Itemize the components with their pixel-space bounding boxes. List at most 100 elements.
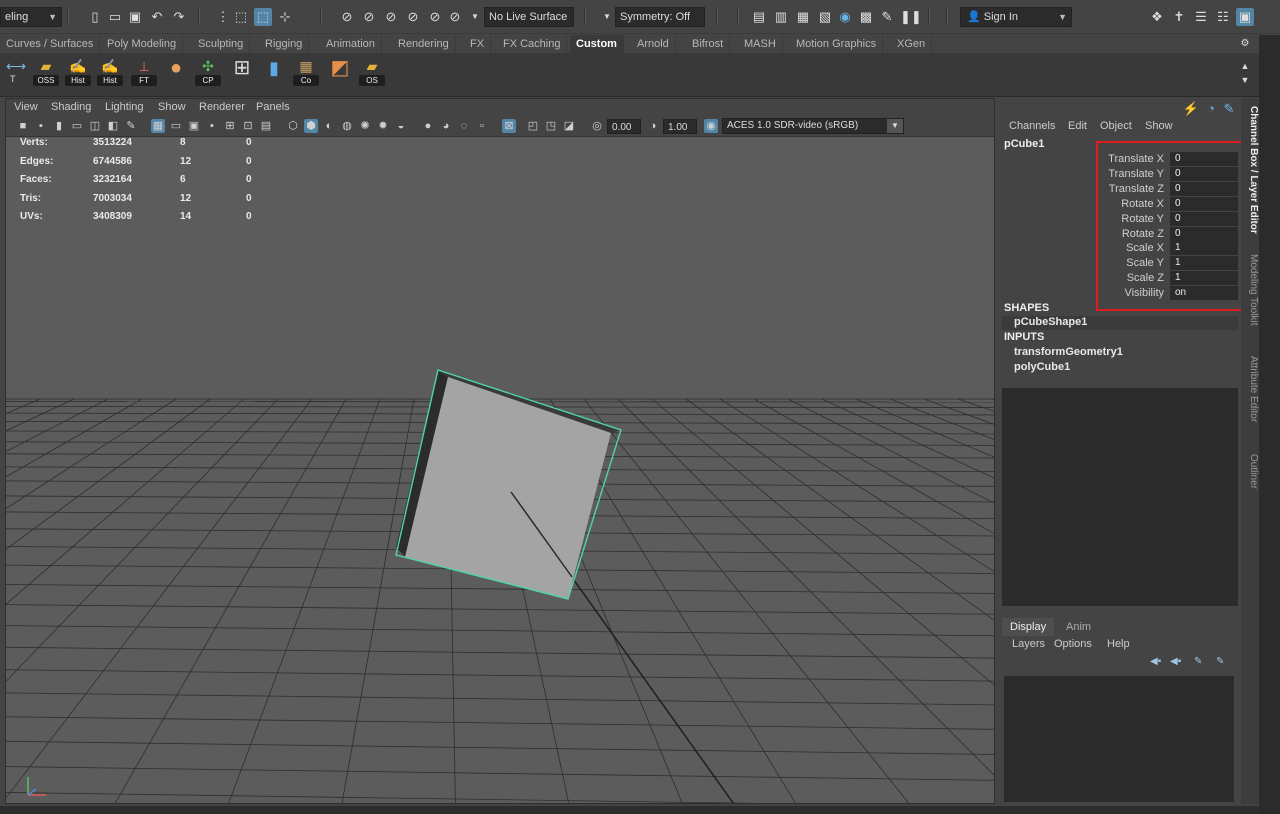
tab-display[interactable]: Display xyxy=(1002,618,1055,636)
redo-icon[interactable]: ↷ xyxy=(170,8,188,26)
render-sequence-icon[interactable]: ▥ xyxy=(772,8,790,26)
safe-action-icon[interactable]: ▣ xyxy=(187,119,201,133)
shape-node[interactable]: pCubeShape1 xyxy=(1014,316,1087,328)
gamma-field[interactable]: 1.00 xyxy=(663,119,697,134)
wireframe-icon[interactable]: ⬡ xyxy=(286,119,300,133)
menu-show[interactable]: Show xyxy=(158,101,186,113)
menu-object[interactable]: Object xyxy=(1100,120,1132,132)
modeling-toolkit-icon[interactable]: ❖ xyxy=(1148,8,1166,26)
menu-view[interactable]: View xyxy=(14,101,38,113)
shelf-button-sphere[interactable]: ● xyxy=(162,56,190,88)
textured-icon[interactable]: ◍ xyxy=(340,119,354,133)
depth-of-field-icon[interactable]: ◌ xyxy=(457,119,471,133)
color-space-dropdown[interactable]: ACES 1.0 SDR-video (sRGB) ▼ xyxy=(722,118,904,134)
snap-point-icon[interactable]: ⊘ xyxy=(382,8,400,26)
menu-layers[interactable]: Layers xyxy=(1012,638,1045,650)
tab-arnold[interactable]: Arnold xyxy=(631,35,676,53)
shelf-button-hist-2[interactable]: ✍ Hist xyxy=(96,56,124,88)
safe-title-icon[interactable]: ▪ xyxy=(205,119,219,133)
camera-attr-icon[interactable]: ▪ xyxy=(34,119,48,133)
shelf-settings-icon[interactable]: ⚙ xyxy=(1236,35,1254,53)
hud-icon[interactable]: ▤ xyxy=(259,119,273,133)
camera-icon[interactable]: ■ xyxy=(16,119,30,133)
shelf-scroll-icon[interactable]: ▼ xyxy=(1236,71,1254,89)
tab-modeling-toolkit[interactable]: Modeling Toolkit xyxy=(1241,254,1259,326)
tab-attribute-editor[interactable]: Attribute Editor xyxy=(1241,356,1259,422)
menu-shading[interactable]: Shading xyxy=(51,101,91,113)
xray-icon[interactable]: ⊠ xyxy=(502,119,516,133)
scene-view[interactable] xyxy=(6,137,995,804)
shelf-button-t[interactable]: ⟷ T xyxy=(2,56,30,88)
channel-box-icon[interactable]: ▣ xyxy=(1236,8,1254,26)
viewport-panel[interactable]: View Shading Lighting Show Renderer Pane… xyxy=(5,98,995,804)
pin-icon[interactable]: ✎ xyxy=(1220,100,1238,118)
render-frame-icon[interactable]: ▤ xyxy=(750,8,768,26)
human-ik-icon[interactable]: ✝ xyxy=(1170,8,1188,26)
snap-grid-icon[interactable]: ⊘ xyxy=(338,8,356,26)
snap-vertex-icon[interactable]: ⊘ xyxy=(446,8,464,26)
default-material-icon[interactable]: ◐ xyxy=(322,119,336,133)
menu-lighting[interactable]: Lighting xyxy=(105,101,144,113)
chevron-down-icon[interactable]: ▼ xyxy=(598,8,616,26)
new-layer-selected-icon[interactable]: ✎ xyxy=(1216,656,1224,667)
tab-fx-caching[interactable]: FX Caching xyxy=(497,35,568,53)
color-management-icon[interactable]: ◉ xyxy=(704,119,718,133)
channel-box-mode-icon[interactable]: ⚡ xyxy=(1182,100,1200,118)
tab-outliner[interactable]: Outliner xyxy=(1241,454,1259,489)
image-plane-icon[interactable]: ▭ xyxy=(70,119,84,133)
shelf-button-grid[interactable]: ⊞ xyxy=(228,56,256,88)
tab-mash[interactable]: MASH xyxy=(738,35,783,53)
shelf-button-oss[interactable]: ▰ OSS xyxy=(32,56,60,88)
undo-icon[interactable]: ↶ xyxy=(148,8,166,26)
object-name[interactable]: pCube1 xyxy=(1004,138,1044,150)
snap-view-icon[interactable]: ⊘ xyxy=(404,8,422,26)
select-object-icon[interactable]: ⬚ xyxy=(232,8,250,26)
move-layer-down-icon[interactable]: ◀▪ xyxy=(1170,656,1181,667)
snap-surface-icon[interactable]: ⊘ xyxy=(426,8,444,26)
tab-sculpting[interactable]: Sculpting xyxy=(192,35,251,53)
shadows-icon[interactable]: ✹ xyxy=(376,119,390,133)
save-scene-icon[interactable]: ▣ xyxy=(126,8,144,26)
two-d-pan-icon[interactable]: ⊡ xyxy=(241,119,255,133)
bookmark-icon[interactable]: ▮ xyxy=(52,119,66,133)
tab-animation[interactable]: Animation xyxy=(320,35,382,53)
tab-motion-graphics[interactable]: Motion Graphics xyxy=(790,35,884,53)
tab-xgen[interactable]: XGen xyxy=(891,35,933,53)
select-hierarchy-icon[interactable]: ⋮ xyxy=(214,8,232,26)
exposure-icon[interactable]: ◎ xyxy=(590,119,604,133)
ambient-occlusion-icon[interactable]: ◒ xyxy=(394,119,408,133)
film-gate-icon[interactable]: ◫ xyxy=(88,119,102,133)
new-scene-icon[interactable]: ▯ xyxy=(86,8,104,26)
render-setup-icon[interactable]: ✎ xyxy=(878,8,896,26)
motion-blur-icon[interactable]: ● xyxy=(421,119,435,133)
menu-options[interactable]: Options xyxy=(1054,638,1092,650)
gamma-icon[interactable]: ◑ xyxy=(646,119,660,133)
tab-fx[interactable]: FX xyxy=(464,35,492,53)
tab-curves-surfaces[interactable]: Curves / Surfaces xyxy=(0,35,101,53)
tab-bifrost[interactable]: Bifrost xyxy=(686,35,731,53)
smooth-shade-icon[interactable]: ⬢ xyxy=(304,119,318,133)
chevron-down-icon[interactable]: ▼ xyxy=(466,8,484,26)
exposure-field[interactable]: 0.00 xyxy=(607,119,641,134)
grid-toggle-icon[interactable]: ▦ xyxy=(151,119,165,133)
shelf-button-os[interactable]: ▰ OS xyxy=(358,56,386,88)
render-view-icon[interactable]: ▩ xyxy=(857,8,875,26)
ipr-render-icon[interactable]: ▦ xyxy=(794,8,812,26)
hypershade-icon[interactable]: ◉ xyxy=(836,8,854,26)
shelf-button-cp[interactable]: ✣ CP xyxy=(194,56,222,88)
resolution-gate-icon[interactable]: ◧ xyxy=(106,119,120,133)
snap-curve-icon[interactable]: ⊘ xyxy=(360,8,378,26)
move-layer-up-icon[interactable]: ◀▪ xyxy=(1150,656,1161,667)
menu-show[interactable]: Show xyxy=(1145,120,1173,132)
shelf-button-hist[interactable]: ✍ Hist xyxy=(64,56,92,88)
render-settings-icon[interactable]: ▧ xyxy=(816,8,834,26)
tab-rigging[interactable]: Rigging xyxy=(259,35,310,53)
symmetry-dropdown[interactable]: Symmetry: Off xyxy=(615,7,705,27)
tool-settings-icon[interactable]: ☷ xyxy=(1214,8,1232,26)
shelf-button-co[interactable]: ▦ Co xyxy=(292,56,320,88)
sync-icon[interactable]: ◔ xyxy=(1202,100,1220,118)
open-scene-icon[interactable]: ▭ xyxy=(106,8,124,26)
tab-rendering[interactable]: Rendering xyxy=(392,35,456,53)
sign-in-dropdown[interactable]: 👤 Sign In ▼ xyxy=(960,7,1072,27)
anti-aliasing-icon[interactable]: ◕ xyxy=(439,119,453,133)
